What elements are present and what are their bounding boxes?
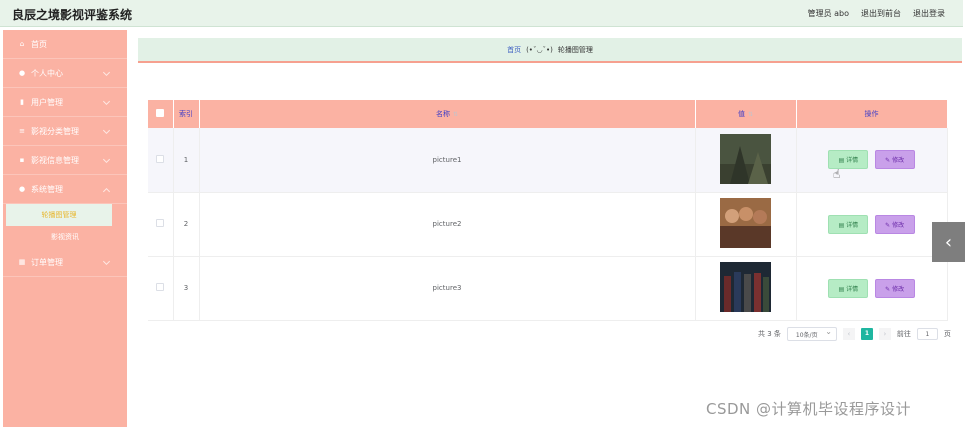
header-actions: 管理员 abo 退出到前台 退出登录	[808, 8, 945, 19]
current-user-label: 管理员 abo	[807, 9, 849, 18]
sidebar-subitem-news[interactable]: 影视资讯	[3, 226, 127, 248]
sort-icon[interactable]: ⇅	[453, 111, 458, 118]
next-page-icon[interactable]: ›	[878, 328, 891, 340]
edit-label: 修改	[892, 157, 905, 165]
chevron-left-icon: ‹	[944, 231, 953, 253]
home-icon: ⌂	[19, 40, 25, 48]
chevron-down-icon	[102, 68, 111, 77]
detail-button[interactable]: ▤ 详情	[828, 278, 869, 298]
select-all-checkbox[interactable]	[156, 109, 165, 117]
back-to-front-link[interactable]: 退出到前台	[861, 8, 901, 19]
row-thumbnail[interactable]	[720, 262, 771, 312]
edit-label: 修改	[892, 221, 905, 229]
sidebar-item-label: 影视信息管理	[31, 155, 79, 165]
row-name: picture3	[199, 256, 696, 321]
top-header: 良辰之境影视评鉴系统 管理员 abo 退出到前台 退出登录	[0, 0, 963, 27]
goto-label: 前往	[896, 330, 911, 338]
logout-link[interactable]: 退出登录	[913, 8, 945, 19]
column-header-value[interactable]: 值 ⇅	[695, 100, 797, 128]
sidebar-item-users[interactable]: ▮ 用户管理	[3, 88, 127, 117]
column-header-name-label: 名称	[435, 110, 450, 118]
sort-icon[interactable]: ⇅	[748, 111, 753, 118]
pin-icon: ●	[18, 185, 26, 193]
sidebar-subitem-carousel[interactable]: 轮播图管理	[6, 204, 112, 226]
edit-button[interactable]: ✎ 修改	[874, 278, 915, 298]
column-header-value-label: 值	[737, 110, 745, 118]
select-all-cell	[148, 100, 174, 128]
grid-icon: ▪	[19, 156, 25, 164]
sidebar-item-profile[interactable]: ● 个人中心	[3, 59, 127, 88]
sidebar-item-categories[interactable]: ≡ 影视分类管理	[3, 117, 127, 146]
row-name: picture2	[199, 192, 696, 257]
app-title: 良辰之境影视评鉴系统	[12, 8, 133, 22]
column-header-name[interactable]: 名称 ⇅	[199, 100, 696, 128]
detail-button[interactable]: ▤ 详情	[828, 214, 869, 234]
breadcrumb-emoticon: (•ˇ◡ˇ•)	[526, 45, 553, 54]
table-row: 1 picture1 ▤ 详情 ✎ 修改	[148, 128, 948, 193]
pointer-cursor-icon: ☝	[833, 167, 841, 181]
sidebar-item-home[interactable]: ⌂ 首页	[3, 30, 127, 59]
page-size-select[interactable]: 10条/页	[786, 327, 837, 341]
edit-button[interactable]: ✎ 修改	[874, 214, 915, 234]
row-checkbox[interactable]	[156, 154, 165, 163]
sidebar-item-label: 订单管理	[31, 257, 63, 267]
pagination: 共 3 条 10条/页 ‹ 1 › 前往 1 页	[758, 327, 951, 341]
row-thumbnail[interactable]	[720, 133, 771, 184]
prev-page-icon[interactable]: ‹	[842, 328, 855, 340]
table-row: 2 picture2 ▤ 详情 ✎ 修改	[148, 192, 948, 257]
goto-page-input[interactable]: 1	[916, 328, 938, 340]
table-row: 3 picture3 ▤ 详情 ✎ 修改	[148, 256, 948, 321]
page-suffix: 页	[943, 330, 951, 338]
breadcrumb-home-link[interactable]: 首页	[507, 45, 521, 55]
column-header-index: 索引	[173, 100, 200, 128]
row-name: picture1	[199, 128, 696, 193]
row-checkbox[interactable]	[156, 283, 165, 291]
chevron-down-icon	[102, 155, 111, 164]
sidebar-item-orders[interactable]: ▦ 订单管理	[3, 248, 127, 277]
list-icon: ≡	[19, 127, 25, 135]
pagination-total: 共 3 条	[758, 330, 781, 338]
carousel-table: 索引 名称 ⇅ 值 ⇅ 操作 1 picture1 ▤ 详情 ✎ 修改 2 pi…	[148, 100, 948, 321]
sidebar-item-label: 影视分类管理	[31, 126, 79, 136]
sidebar-item-label: 系统管理	[31, 184, 63, 194]
sidebar-item-label: 用户管理	[31, 97, 63, 107]
edit-button[interactable]: ✎ 修改	[874, 150, 915, 170]
row-thumbnail[interactable]	[720, 198, 771, 248]
breadcrumb-current: 轮播图管理	[557, 45, 593, 54]
breadcrumb: 首页 (•ˇ◡ˇ•) 轮播图管理	[138, 38, 962, 63]
page-number-current[interactable]: 1	[860, 328, 873, 340]
column-header-actions: 操作	[796, 100, 948, 128]
page-size-value: 10条/页	[795, 331, 818, 339]
detail-label: 详情	[846, 221, 859, 229]
detail-label: 详情	[846, 285, 859, 293]
detail-label: 详情	[846, 157, 859, 165]
chevron-up-icon	[102, 187, 111, 196]
grid-icon: ▦	[18, 258, 26, 266]
chevron-down-icon	[102, 257, 111, 266]
sidebar-item-label: 首页	[31, 39, 47, 49]
edit-label: 修改	[892, 285, 905, 293]
watermark: CSDN @计算机毕设程序设计	[706, 400, 912, 418]
row-index: 3	[173, 256, 200, 321]
chart-icon: ▮	[20, 98, 24, 106]
sidebar-item-label: 个人中心	[31, 68, 63, 78]
sidebar-item-system[interactable]: ● 系统管理	[3, 175, 127, 204]
side-collapse-button[interactable]: ‹	[932, 222, 965, 262]
row-index: 1	[173, 128, 200, 193]
row-checkbox[interactable]	[156, 219, 165, 227]
user-icon: ●	[18, 69, 26, 77]
sidebar-item-movie-info[interactable]: ▪ 影视信息管理	[3, 146, 127, 175]
row-index: 2	[173, 192, 200, 257]
sidebar: ⌂ 首页 ● 个人中心 ▮ 用户管理 ≡ 影视分类管理 ▪ 影视信息管理 ● 系…	[3, 30, 127, 427]
chevron-down-icon	[102, 126, 111, 135]
chevron-down-icon	[102, 97, 111, 106]
